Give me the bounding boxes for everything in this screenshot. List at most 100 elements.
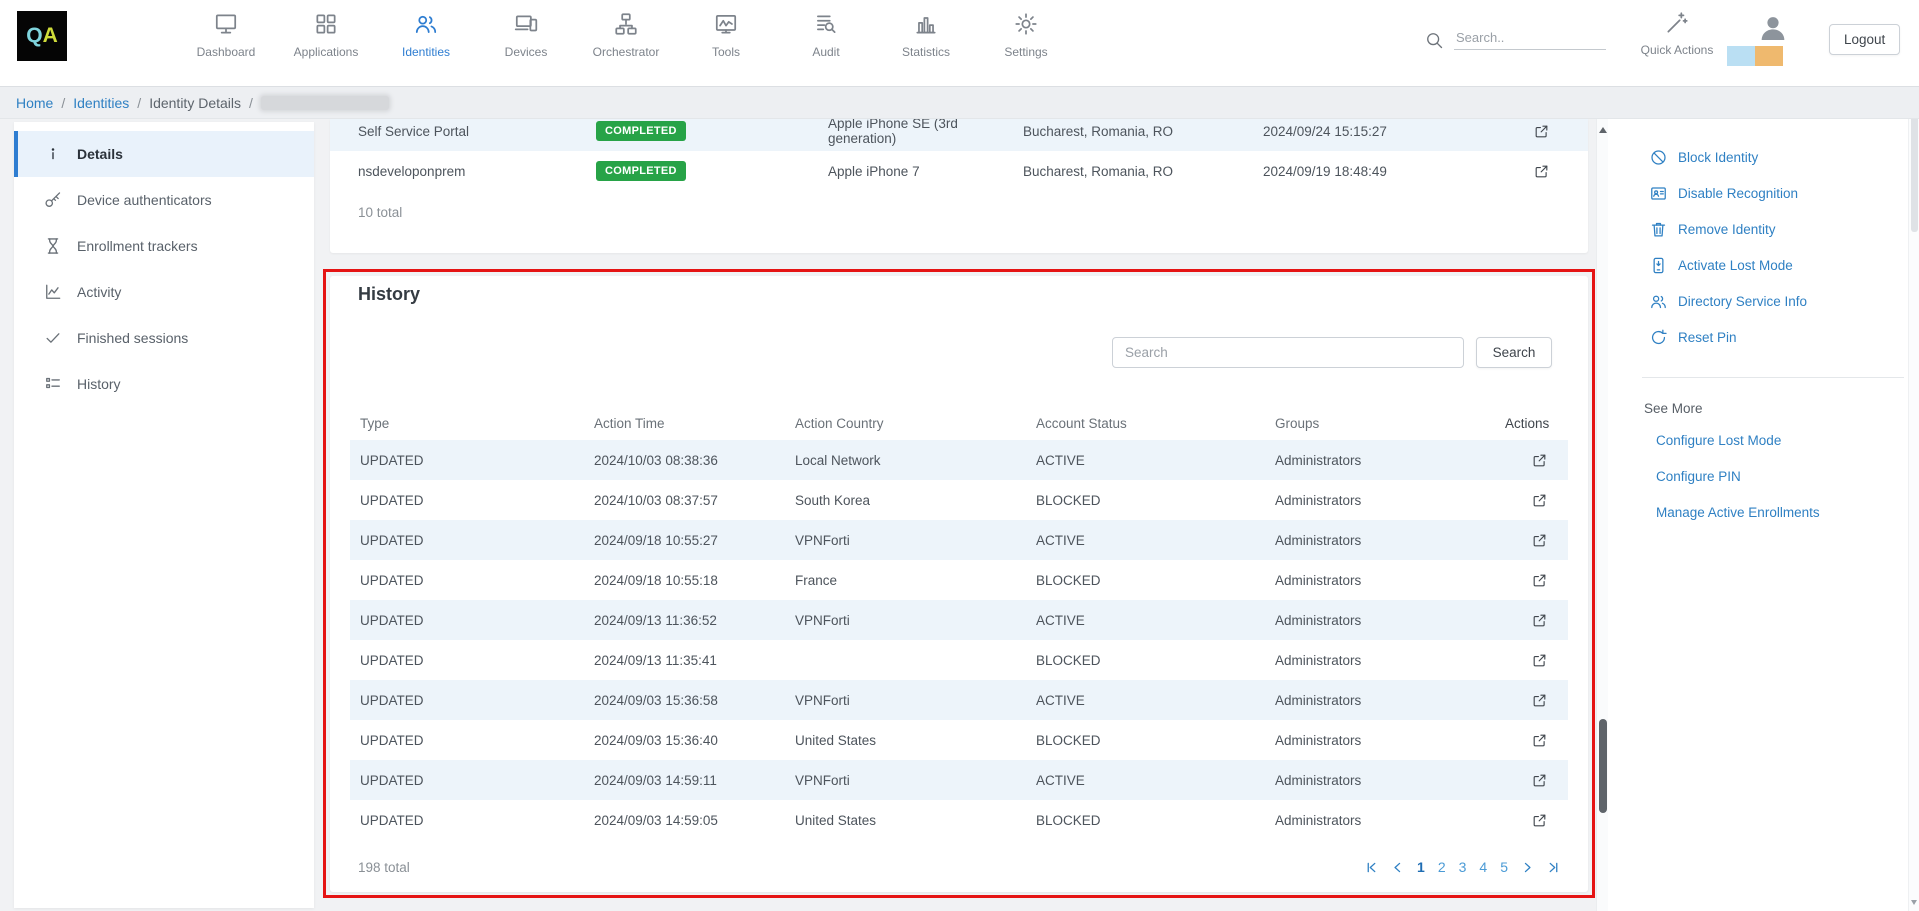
see-more-link[interactable]: Configure Lost Mode — [1642, 422, 1904, 458]
open-history-entry-icon[interactable] — [1531, 772, 1548, 789]
settings-icon — [1013, 10, 1039, 38]
redacted-identity-name — [261, 96, 389, 110]
action-label: Block Identity — [1678, 150, 1758, 165]
see-more-link[interactable]: Manage Active Enrollments — [1642, 494, 1904, 530]
last-page-icon[interactable] — [1547, 861, 1560, 874]
statistics-icon — [913, 10, 939, 38]
open-history-entry-icon[interactable] — [1531, 732, 1548, 749]
sidebar-item-finished-sessions[interactable]: Finished sessions — [14, 315, 314, 361]
open-history-entry-icon[interactable] — [1531, 612, 1548, 629]
nav-label: Identities — [402, 45, 450, 59]
breadcrumb-separator: / — [249, 95, 253, 111]
open-history-entry-icon[interactable] — [1531, 532, 1548, 549]
cell-action-country: Local Network — [795, 453, 1036, 468]
breadcrumb-current: Identity Details — [149, 95, 241, 111]
action-remove-identity[interactable]: Remove Identity — [1642, 211, 1904, 247]
scrollbar-thumb[interactable] — [1599, 719, 1607, 813]
column-action-time: Action Time — [594, 416, 795, 431]
history-card: History Search Type Action Time Action C… — [330, 276, 1588, 892]
open-enrollment-icon[interactable] — [1533, 123, 1550, 140]
cell-account-status: ACTIVE — [1036, 533, 1275, 548]
action-activate-lost-mode[interactable]: Activate Lost Mode — [1642, 247, 1904, 283]
cell-action-time: 2024/09/03 14:59:05 — [594, 813, 795, 828]
nav-item-statistics[interactable]: Statistics — [876, 10, 976, 59]
breadcrumb-identities[interactable]: Identities — [73, 95, 129, 111]
app-logo[interactable]: QA — [17, 11, 67, 61]
history-search-button[interactable]: Search — [1476, 337, 1552, 368]
nav-item-audit[interactable]: Audit — [776, 10, 876, 59]
nav-item-settings[interactable]: Settings — [976, 10, 1076, 59]
page-number[interactable]: 2 — [1438, 859, 1446, 875]
cell-type: UPDATED — [360, 653, 594, 668]
tools-icon — [713, 10, 739, 38]
page-scrollbar[interactable] — [1908, 86, 1919, 911]
action-disable-recognition[interactable]: Disable Recognition — [1642, 175, 1904, 211]
sidebar-item-device-authenticators[interactable]: Device authenticators — [14, 177, 314, 223]
breadcrumb-home[interactable]: Home — [16, 95, 53, 111]
open-enrollment-icon[interactable] — [1533, 163, 1550, 180]
quick-actions-button[interactable]: Quick Actions — [1637, 10, 1717, 57]
next-page-icon[interactable] — [1521, 861, 1534, 874]
action-block-identity[interactable]: Block Identity — [1642, 139, 1904, 175]
see-more-link[interactable]: Configure PIN — [1642, 458, 1904, 494]
nav-item-identities[interactable]: Identities — [376, 10, 476, 59]
open-history-entry-icon[interactable] — [1531, 692, 1548, 709]
open-history-entry-icon[interactable] — [1531, 492, 1548, 509]
cell-action-country: VPNForti — [795, 533, 1036, 548]
page-scrollbar-thumb[interactable] — [1911, 112, 1918, 232]
history-search-input[interactable] — [1112, 337, 1464, 368]
logout-button[interactable]: Logout — [1829, 24, 1900, 55]
action-label: Remove Identity — [1678, 222, 1776, 237]
previous-page-icon[interactable] — [1391, 861, 1404, 874]
action-directory-service-info[interactable]: Directory Service Info — [1642, 283, 1904, 319]
cell-device: Apple iPhone SE (3rd generation) — [828, 119, 1023, 146]
cell-type: UPDATED — [360, 613, 594, 628]
page-number[interactable]: 4 — [1479, 859, 1487, 875]
enrollment-row: Self Service Portal COMPLETED Apple iPho… — [330, 119, 1588, 151]
first-page-icon[interactable] — [1365, 861, 1378, 874]
sidebar-item-enrollment-trackers[interactable]: Enrollment trackers — [14, 223, 314, 269]
history-table-body: UPDATED 2024/10/03 08:38:36 Local Networ… — [350, 440, 1568, 840]
open-history-entry-icon[interactable] — [1531, 652, 1548, 669]
user-avatar[interactable] — [1757, 12, 1789, 44]
global-search-input[interactable] — [1454, 26, 1606, 50]
history-row: UPDATED 2024/09/03 15:36:40 United State… — [350, 720, 1568, 760]
cell-account-status: BLOCKED — [1036, 813, 1275, 828]
nav-item-orchestrator[interactable]: Orchestrator — [576, 10, 676, 59]
sidebar-item-activity[interactable]: Activity — [14, 269, 314, 315]
history-row: UPDATED 2024/09/13 11:36:52 VPNForti ACT… — [350, 600, 1568, 640]
column-account-status: Account Status — [1036, 416, 1275, 431]
nav-item-tools[interactable]: Tools — [676, 10, 776, 59]
applications-icon — [313, 10, 339, 38]
open-history-entry-icon[interactable] — [1531, 452, 1548, 469]
cell-account-status: BLOCKED — [1036, 493, 1275, 508]
language-flag[interactable] — [1727, 46, 1783, 66]
history-footer: 198 total 12345 — [358, 852, 1560, 882]
page-number[interactable]: 3 — [1459, 859, 1467, 875]
cell-type: UPDATED — [360, 453, 594, 468]
magic-wand-icon — [1664, 10, 1690, 36]
page-scroll-down-arrow-icon[interactable] — [1911, 900, 1917, 905]
cell-type: UPDATED — [360, 733, 594, 748]
search-icon[interactable] — [1424, 30, 1444, 50]
nav-item-dashboard[interactable]: Dashboard — [176, 10, 276, 59]
cell-type: UPDATED — [360, 573, 594, 588]
sidebar-item-label: Activity — [77, 284, 121, 300]
pagination: 12345 — [1365, 859, 1560, 875]
content-scrollbar[interactable] — [1596, 119, 1608, 911]
cell-action-country: VPNForti — [795, 613, 1036, 628]
cell-groups: Administrators — [1275, 693, 1505, 708]
scroll-up-arrow-icon[interactable] — [1599, 127, 1607, 133]
open-history-entry-icon[interactable] — [1531, 572, 1548, 589]
page-number[interactable]: 5 — [1500, 859, 1508, 875]
action-reset-pin[interactable]: Reset Pin — [1642, 319, 1904, 355]
page-number[interactable]: 1 — [1417, 859, 1425, 875]
sidebar-item-details[interactable]: Details — [14, 131, 314, 177]
nav-item-devices[interactable]: Devices — [476, 10, 576, 59]
nav-item-applications[interactable]: Applications — [276, 10, 376, 59]
cell-action-time: 2024/09/03 14:59:11 — [594, 773, 795, 788]
sidebar-item-history[interactable]: History — [14, 361, 314, 407]
sidebar-item-label: Device authenticators — [77, 192, 212, 208]
cell-action-country: VPNForti — [795, 693, 1036, 708]
open-history-entry-icon[interactable] — [1531, 812, 1548, 829]
